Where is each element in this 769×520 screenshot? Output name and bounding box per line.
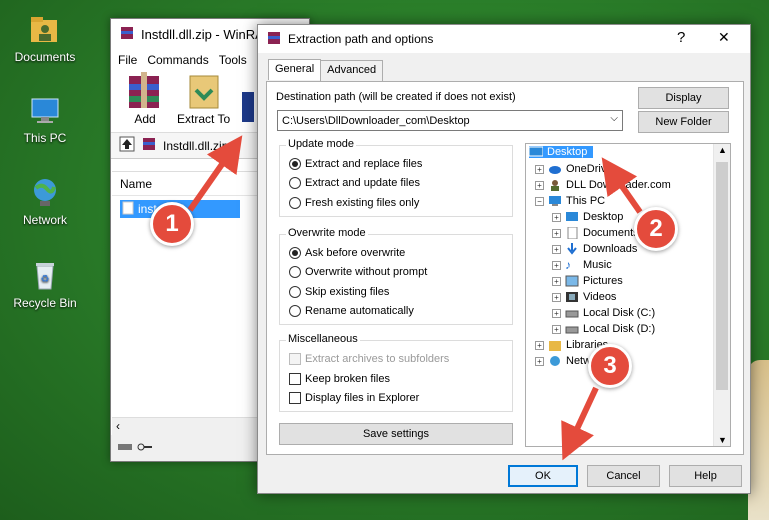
callout-badge-3: 3 (588, 344, 632, 388)
arrow-to-desktop (601, 157, 643, 214)
callout-badge-1: 1 (150, 202, 194, 246)
annotation-arrows (187, 135, 643, 461)
tab-general[interactable]: General (268, 59, 322, 80)
arrow-to-extract-to (187, 135, 243, 212)
arrow-to-ok (561, 386, 599, 461)
callout-badge-2: 2 (634, 207, 678, 251)
